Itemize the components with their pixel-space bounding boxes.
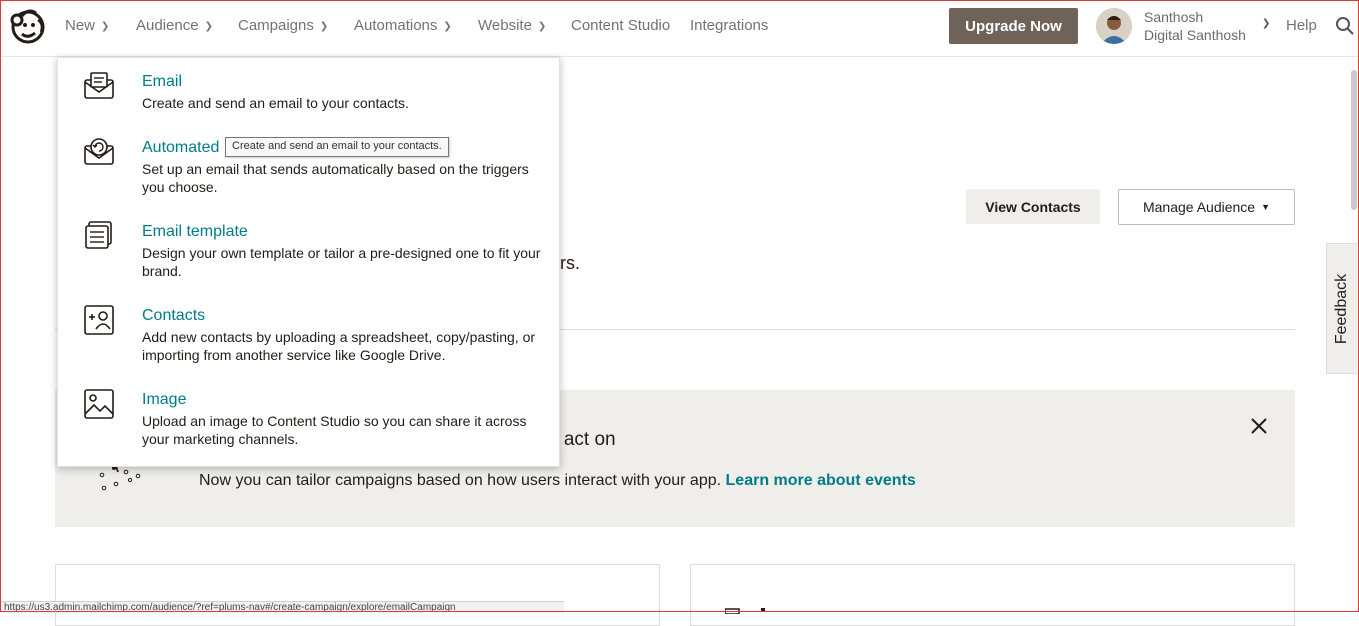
- banner-body-text: Now you can tailor campaigns based on ho…: [199, 472, 722, 489]
- user-org[interactable]: Digital Santhosh: [1144, 27, 1246, 43]
- close-icon[interactable]: [1249, 416, 1269, 436]
- card-icon: [725, 608, 765, 614]
- banner-body: Now you can tailor campaigns based on ho…: [199, 472, 916, 490]
- nav-website-label: Website: [478, 17, 532, 34]
- menu-item-title: Email template: [142, 223, 248, 240]
- nav-integrations-label: Integrations: [690, 17, 769, 34]
- menu-item-description: Add new contacts by uploading a spreadsh…: [142, 329, 536, 363]
- help-link[interactable]: Help: [1286, 17, 1317, 34]
- manage-audience-label: Manage Audience: [1142, 199, 1256, 215]
- chevron-down-icon[interactable]: ❯: [1262, 18, 1270, 29]
- nav-website[interactable]: Website ❯: [478, 17, 546, 34]
- menu-item-title: Email: [142, 73, 183, 90]
- scrollbar[interactable]: [1351, 70, 1357, 210]
- nav-audience[interactable]: Audience ❯: [136, 17, 213, 34]
- learn-more-events-link[interactable]: Learn more about events: [726, 472, 916, 489]
- menu-item-description: Design your own template or tailor a pre…: [142, 245, 541, 279]
- nav-audience-label: Audience: [136, 17, 199, 34]
- user-avatar-icon: [1096, 8, 1132, 44]
- user-name[interactable]: Santhosh: [1144, 9, 1203, 25]
- nav-content-studio-label: Content Studio: [571, 17, 671, 34]
- chevron-down-icon: ❯: [101, 21, 110, 32]
- chevron-down-icon: ▼: [1261, 202, 1270, 212]
- nav-content-studio[interactable]: Content Studio: [571, 17, 670, 34]
- menu-item-email-template[interactable]: Email template Design your own template …: [58, 212, 559, 292]
- tooltip: Create and send an email to your contact…: [225, 137, 449, 157]
- feedback-tab[interactable]: Feedback: [1326, 243, 1357, 374]
- envelope-icon: [84, 72, 114, 99]
- nav-integrations[interactable]: Integrations: [690, 17, 768, 34]
- manage-audience-button[interactable]: Manage Audience ▼: [1118, 189, 1295, 225]
- search-icon[interactable]: [1335, 16, 1355, 36]
- automated-email-icon: [84, 138, 114, 165]
- chevron-down-icon: ❯: [319, 21, 329, 32]
- mailchimp-logo-icon[interactable]: [8, 6, 48, 46]
- content-card: [690, 564, 1295, 626]
- avatar[interactable]: [1096, 8, 1132, 44]
- nav-automations[interactable]: Automations ❯: [354, 17, 452, 34]
- menu-item-description: Set up an email that sends automatically…: [142, 161, 529, 195]
- template-icon: [85, 221, 112, 249]
- feedback-label: Feedback: [1333, 273, 1350, 344]
- menu-item-description: Create and send an email to your contact…: [142, 95, 409, 111]
- menu-item-description: Upload an image to Content Studio so you…: [142, 413, 527, 447]
- top-navigation: New ❯ Audience ❯ Campaigns ❯ Automations ❯ W…: [0, 0, 1359, 57]
- menu-item-image[interactable]: Image Upload an image to Content Studio …: [58, 380, 559, 460]
- nav-new-label: New: [65, 17, 96, 34]
- menu-item-email[interactable]: Email Create and send an email to your c…: [58, 58, 559, 124]
- new-dropdown-menu: Email Create and send an email to your c…: [57, 57, 560, 467]
- chevron-down-icon: ❯: [537, 21, 547, 32]
- chevron-down-icon: ❯: [443, 21, 452, 32]
- add-contact-icon: [84, 305, 114, 335]
- nav-automations-label: Automations: [354, 17, 438, 34]
- nav-campaigns-label: Campaigns: [238, 17, 314, 34]
- menu-item-title: Contacts: [142, 307, 206, 324]
- nav-campaigns[interactable]: Campaigns ❯: [238, 17, 328, 34]
- page-description-fragment: rs.: [560, 253, 580, 273]
- image-icon: [84, 389, 114, 419]
- menu-item-title: Image: [142, 391, 187, 408]
- nav-new[interactable]: New ❯: [65, 17, 109, 34]
- view-contacts-button[interactable]: View Contacts: [966, 189, 1100, 224]
- chevron-down-icon: ❯: [204, 21, 213, 32]
- status-bar-url: https://us3.admin.mailchimp.com/audience…: [0, 601, 564, 613]
- upgrade-now-button[interactable]: Upgrade Now: [949, 8, 1078, 44]
- menu-item-contacts[interactable]: Contacts Add new contacts by uploading a…: [58, 296, 559, 376]
- content-card: [55, 564, 660, 626]
- menu-item-title: Automated: [142, 139, 220, 156]
